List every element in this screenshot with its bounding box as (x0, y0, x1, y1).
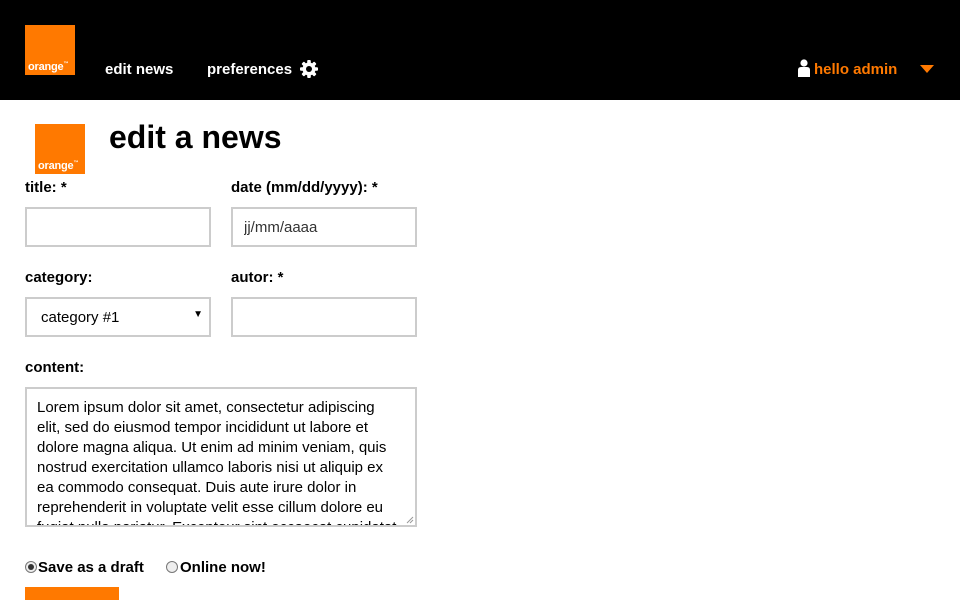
category-label: category: (25, 269, 93, 286)
online-radio-label[interactable]: Online now! (180, 559, 266, 576)
author-input[interactable] (231, 297, 417, 337)
content-textarea[interactable]: Lorem ipsum dolor sit amet, consectetur … (25, 387, 417, 527)
date-input[interactable] (231, 207, 417, 247)
logo-text: orange™ (28, 61, 69, 73)
category-select[interactable]: category #1 ▼ (25, 297, 211, 337)
page-orange-logo: orange™ (35, 124, 85, 174)
content-label: content: (25, 359, 85, 376)
logo-text: orange™ (38, 160, 79, 172)
draft-radio-label[interactable]: Save as a draft (38, 559, 144, 576)
orange-logo[interactable]: orange™ (25, 25, 75, 75)
page-title: edit a news (109, 119, 282, 155)
category-selected-value: category #1 (41, 309, 120, 326)
author-label: autor: * (231, 269, 284, 286)
user-greeting[interactable]: hello admin (814, 61, 897, 78)
chevron-down-icon[interactable] (920, 65, 934, 73)
nav-edit-news-link[interactable]: edit news (105, 61, 173, 78)
resize-handle-icon[interactable] (406, 516, 414, 524)
nav-preferences-link[interactable]: preferences (207, 61, 292, 78)
top-navigation-bar: orange™ edit news preferences hello admi… (0, 0, 960, 100)
title-label: title: * (25, 179, 67, 196)
date-label: date (mm/dd/yyyy): * (231, 179, 378, 196)
title-input[interactable] (25, 207, 211, 247)
user-icon (798, 59, 810, 77)
submit-button[interactable] (25, 587, 119, 600)
dropdown-arrow-icon: ▼ (193, 309, 203, 320)
content-text: Lorem ipsum dolor sit amet, consectetur … (37, 399, 396, 525)
online-radio[interactable] (166, 561, 178, 573)
gear-icon[interactable] (299, 59, 319, 79)
draft-radio[interactable] (25, 561, 37, 573)
